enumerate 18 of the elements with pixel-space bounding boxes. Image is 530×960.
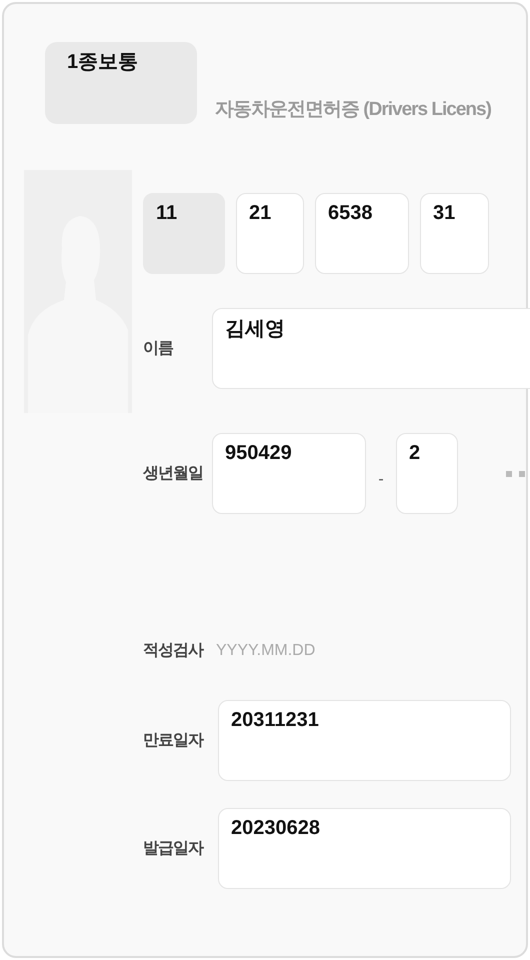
birth-date-field[interactable]: 950429 (212, 433, 366, 514)
license-number-field[interactable]: 21 (236, 193, 304, 274)
card-title: 자동차운전면허증 (Drivers Licens) (215, 98, 491, 122)
separator-text: - (377, 470, 385, 488)
expiry-date-field[interactable]: 20311231 (218, 700, 511, 781)
issue-date-label: 발급일자 (143, 839, 204, 859)
masked-dots-icon (506, 470, 526, 476)
license-number-field[interactable]: 6538 (315, 193, 409, 274)
issue-date-field[interactable]: 20230628 (218, 808, 511, 889)
id-digit-field[interactable]: 2 (396, 433, 458, 514)
birth-date-label: 생년월일 (143, 464, 204, 484)
aptitude-test-label: 적성검사 (143, 641, 204, 661)
aptitude-date-field[interactable]: YYYY.MM.DD (216, 642, 336, 660)
license-number-field[interactable]: 31 (420, 193, 489, 274)
name-field[interactable]: 김세영 (212, 308, 530, 389)
expiry-date-label: 만료일자 (143, 731, 204, 751)
name-label: 이름 (143, 339, 174, 359)
license-type-badge: 1종보통 (45, 42, 197, 124)
